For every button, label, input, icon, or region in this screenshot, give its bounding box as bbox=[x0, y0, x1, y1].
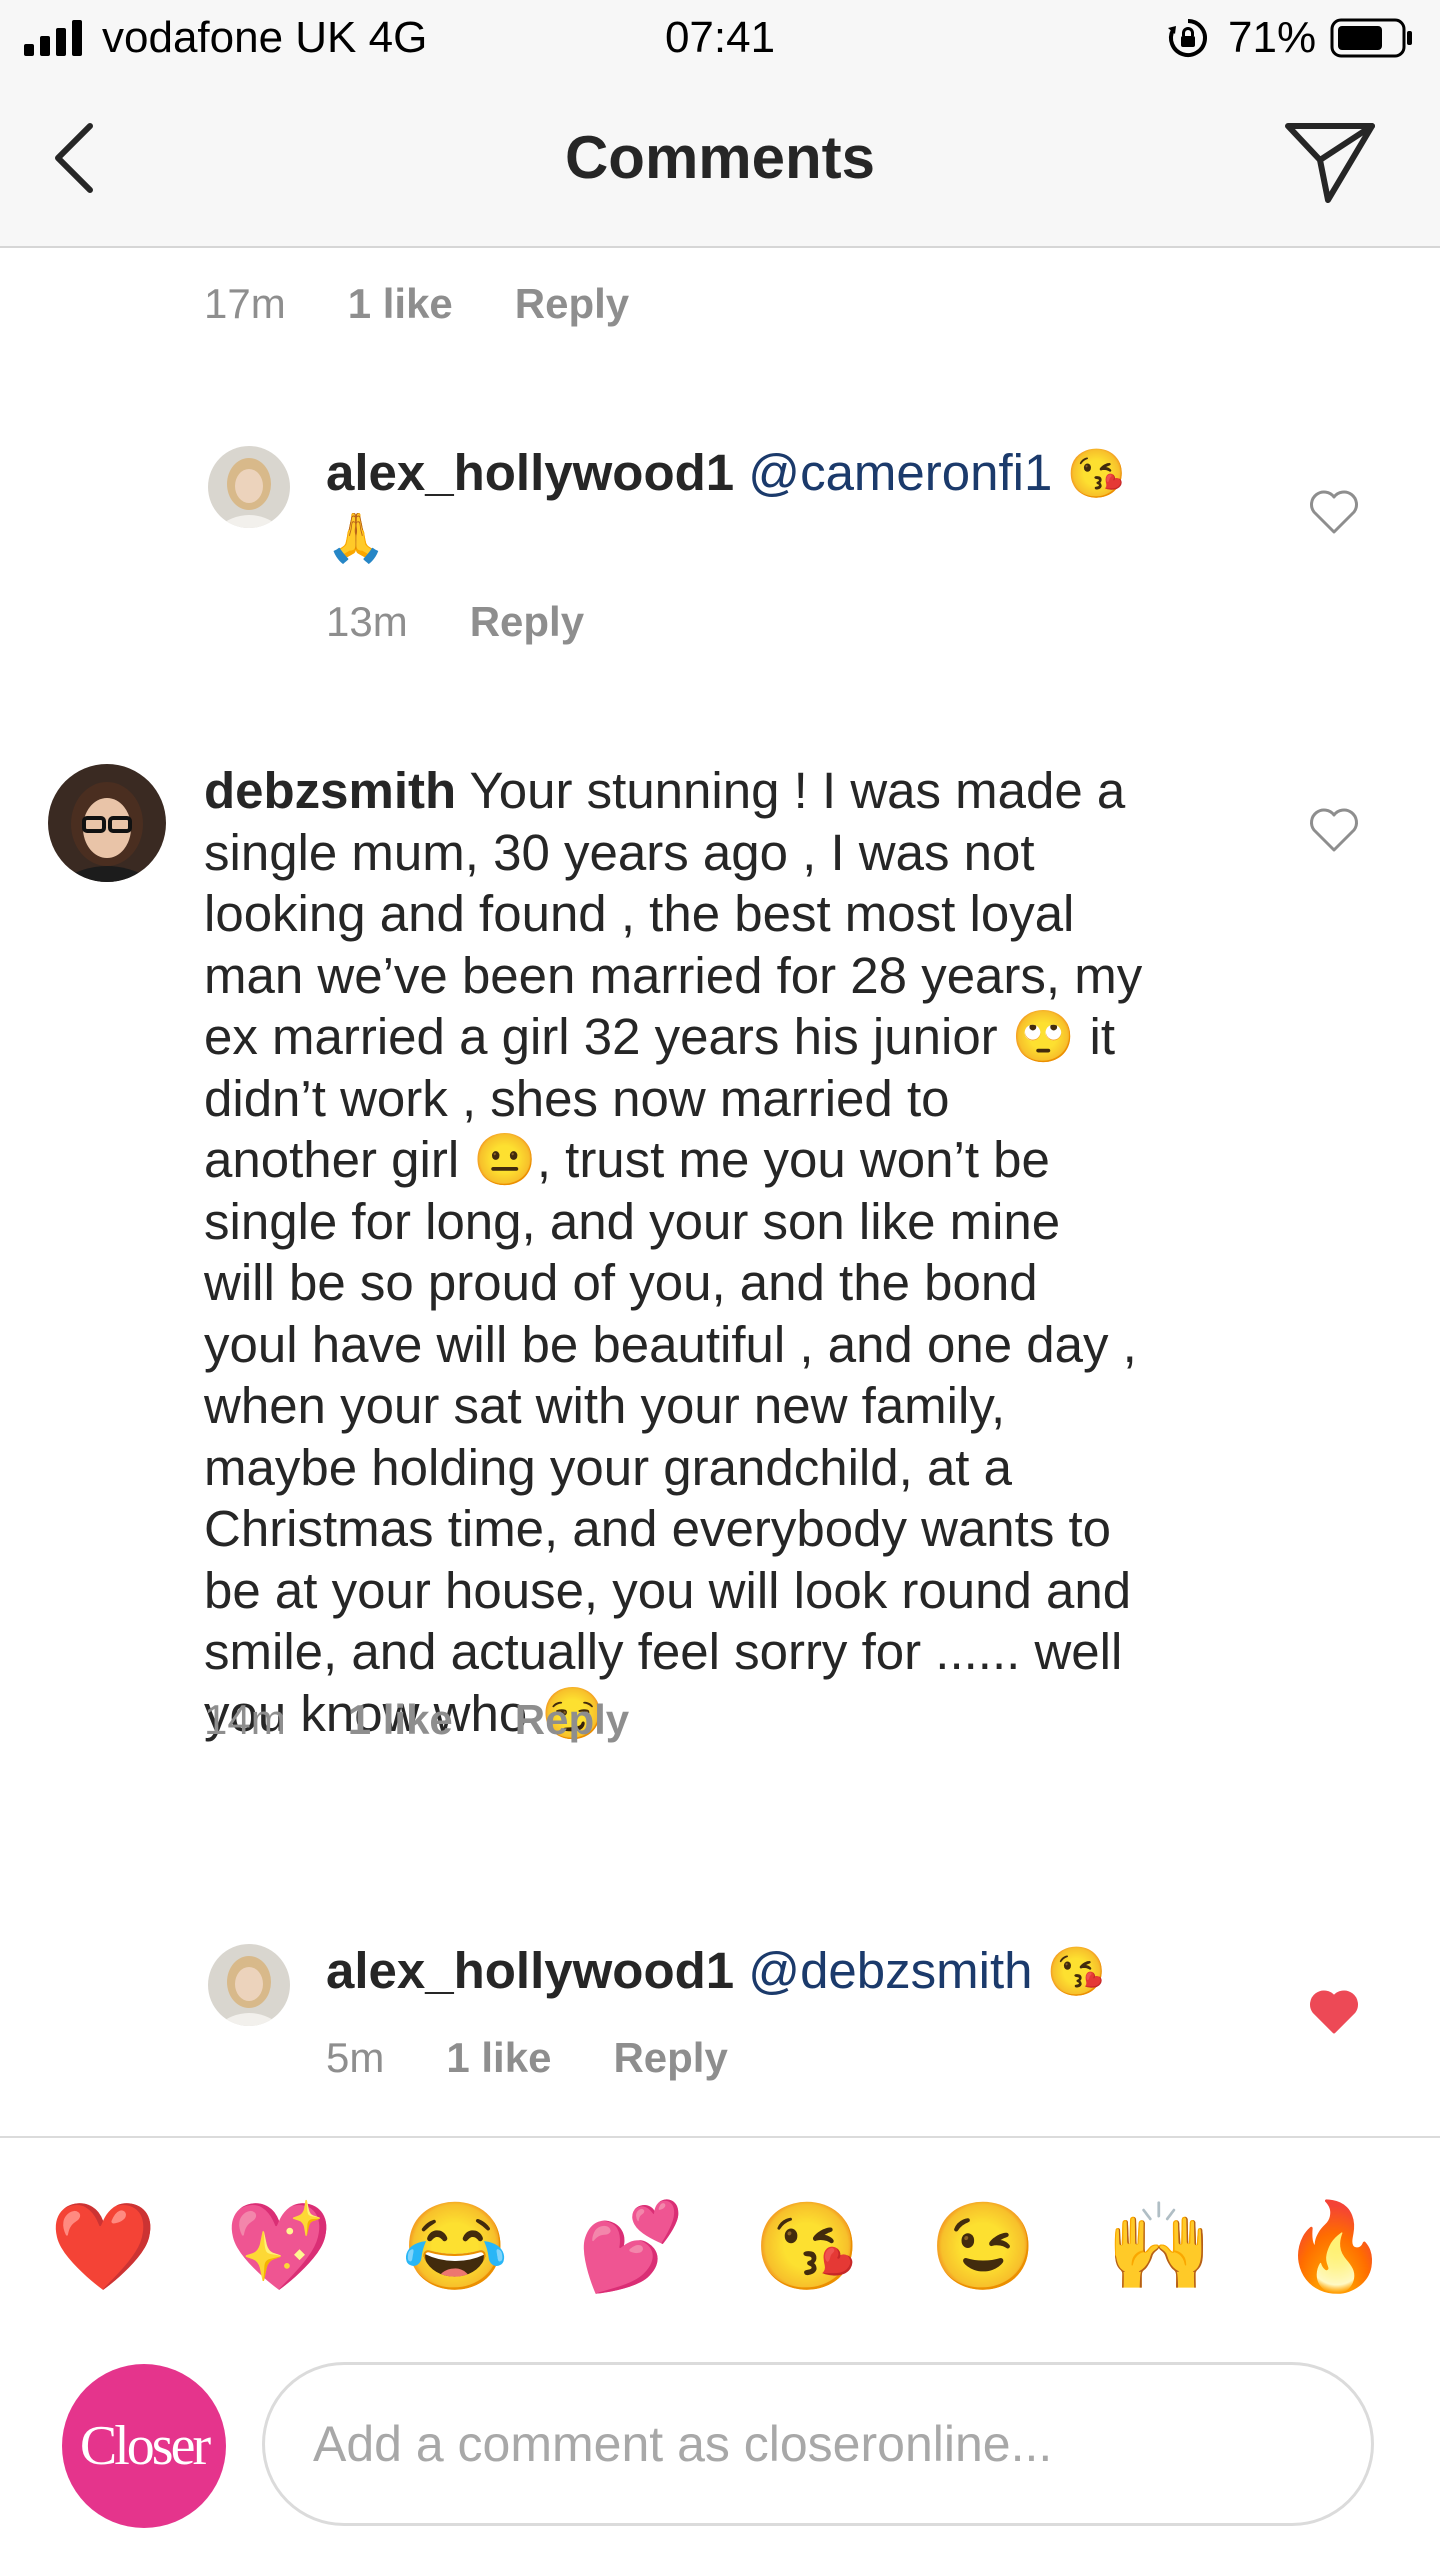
comment-composer: Closer bbox=[0, 2350, 1440, 2561]
comment-line: will be so proud of you, and the bond bbox=[204, 1254, 1038, 1311]
comment-line: debzsmith Your stunning ! I was made a bbox=[204, 762, 1126, 819]
comment-line: when your sat with your new family, bbox=[204, 1377, 1006, 1434]
comment-line: ex married a girl 32 years his junior 🙄 … bbox=[204, 1008, 1116, 1065]
comment-time: 5m bbox=[326, 2034, 385, 2081]
battery-percentage: 71% bbox=[1228, 13, 1317, 62]
comment-likes-link[interactable]: 1 like bbox=[348, 1696, 453, 1743]
reply-button[interactable]: Reply bbox=[515, 280, 629, 327]
comment-time: 13m bbox=[326, 598, 408, 645]
reaction-raised-hands[interactable]: 🙌 bbox=[1104, 2192, 1214, 2302]
page-title: Comments bbox=[564, 124, 876, 191]
comment-input[interactable] bbox=[262, 2362, 1374, 2526]
reaction-sparkling-heart[interactable]: 💖 bbox=[224, 2192, 334, 2302]
comment-line: be at your house, you will look round an… bbox=[204, 1561, 1132, 1619]
avatar-photo-icon bbox=[48, 764, 166, 882]
reaction-fire[interactable]: 🔥 bbox=[1280, 2192, 1390, 2302]
comment-meta: 13m Reply bbox=[326, 596, 646, 648]
battery-icon bbox=[1330, 18, 1412, 58]
liked-heart-button[interactable] bbox=[1308, 1988, 1360, 2036]
reaction-laughing[interactable]: 😂 bbox=[400, 2192, 510, 2302]
comment-likes-link[interactable]: 1 like bbox=[348, 280, 453, 327]
comment-mention[interactable]: @debzsmith bbox=[748, 1942, 1032, 1999]
comment-time: 17m bbox=[204, 280, 286, 327]
comment-username[interactable]: alex_hollywood1 bbox=[326, 444, 734, 501]
reaction-heart[interactable]: ❤️ bbox=[48, 2192, 158, 2302]
current-user-avatar: Closer bbox=[62, 2364, 226, 2528]
reply-button[interactable]: Reply bbox=[613, 2034, 727, 2081]
comment-time: 14m bbox=[204, 1696, 286, 1743]
status-bar: vodafone UK 4G 07:41 71% bbox=[0, 0, 1440, 78]
avatar-photo-icon bbox=[208, 1944, 290, 2026]
avatar[interactable] bbox=[208, 1944, 290, 2026]
comment-body: debzsmith Your stunning ! I was made a s… bbox=[204, 760, 1274, 1744]
comment-line: man we’ve been married for 28 years, my bbox=[204, 946, 1143, 1004]
comment-line: maybe holding your grandchild, at a bbox=[204, 1438, 1013, 1496]
reaction-two-hearts[interactable]: 💕 bbox=[576, 2192, 686, 2302]
avatar[interactable] bbox=[48, 764, 166, 882]
comment-line: another girl 😐, trust me you won’t be bbox=[204, 1131, 1050, 1188]
emoji-kiss: 😘 bbox=[1066, 448, 1127, 501]
comment-line: didn’t work , shes now married to bbox=[204, 1069, 950, 1127]
quick-reactions-bar: ❤️ 💖 😂 💕 😘 😉 🙌 🔥 bbox=[0, 2136, 1440, 2352]
avatar-photo-icon bbox=[208, 446, 290, 528]
comment-line: single for long, and your son like mine bbox=[204, 1192, 1061, 1250]
comment-username[interactable]: debzsmith bbox=[204, 762, 456, 819]
reaction-kiss[interactable]: 😘 bbox=[752, 2192, 862, 2302]
comment-mention[interactable]: @cameronfi1 bbox=[748, 444, 1052, 501]
direct-message-button[interactable] bbox=[1280, 116, 1380, 206]
comment-line: smile, and actually feel sorry for .....… bbox=[204, 1623, 1123, 1680]
reply-button[interactable]: Reply bbox=[515, 1696, 629, 1743]
comment-body: alex_hollywood1 @cameronfi1 😘 🙏 bbox=[326, 442, 1246, 569]
like-heart-button[interactable] bbox=[1308, 806, 1360, 854]
comment-username[interactable]: alex_hollywood1 bbox=[326, 1942, 734, 1999]
like-heart-button[interactable] bbox=[1308, 488, 1360, 536]
navigation-bar: Comments bbox=[0, 78, 1440, 248]
comment-body: alex_hollywood1 @debzsmith 😘 bbox=[326, 1940, 1246, 2004]
comment-meta: 5m 1 like Reply bbox=[326, 2032, 790, 2084]
avatar[interactable] bbox=[208, 446, 290, 528]
comments-list[interactable]: 17m 1 like Reply alex_hollywood1 @cameronf… bbox=[0, 248, 1440, 2136]
reaction-wink[interactable]: 😉 bbox=[928, 2192, 1038, 2302]
clock: 07:41 bbox=[664, 13, 776, 62]
comment-line: looking and found , the best most loyal bbox=[204, 885, 1075, 942]
comment-meta: 14m 1 like Reply bbox=[204, 1694, 691, 1746]
comment-likes-link[interactable]: 1 like bbox=[446, 2034, 551, 2081]
comment-line: single mum, 30 years ago , I was not bbox=[204, 823, 1035, 881]
reply-button[interactable]: Reply bbox=[470, 598, 584, 645]
emoji-kiss: 😘 bbox=[1046, 1946, 1107, 1999]
emoji-pray: 🙏 bbox=[326, 511, 386, 565]
comment-meta: 17m 1 like Reply bbox=[204, 278, 691, 330]
rotation-lock-icon bbox=[1168, 19, 1207, 57]
comment-line: Christmas time, and everybody wants to bbox=[204, 1500, 1112, 1557]
comment-line: youl have will be beautiful , and one da… bbox=[204, 1315, 1137, 1373]
